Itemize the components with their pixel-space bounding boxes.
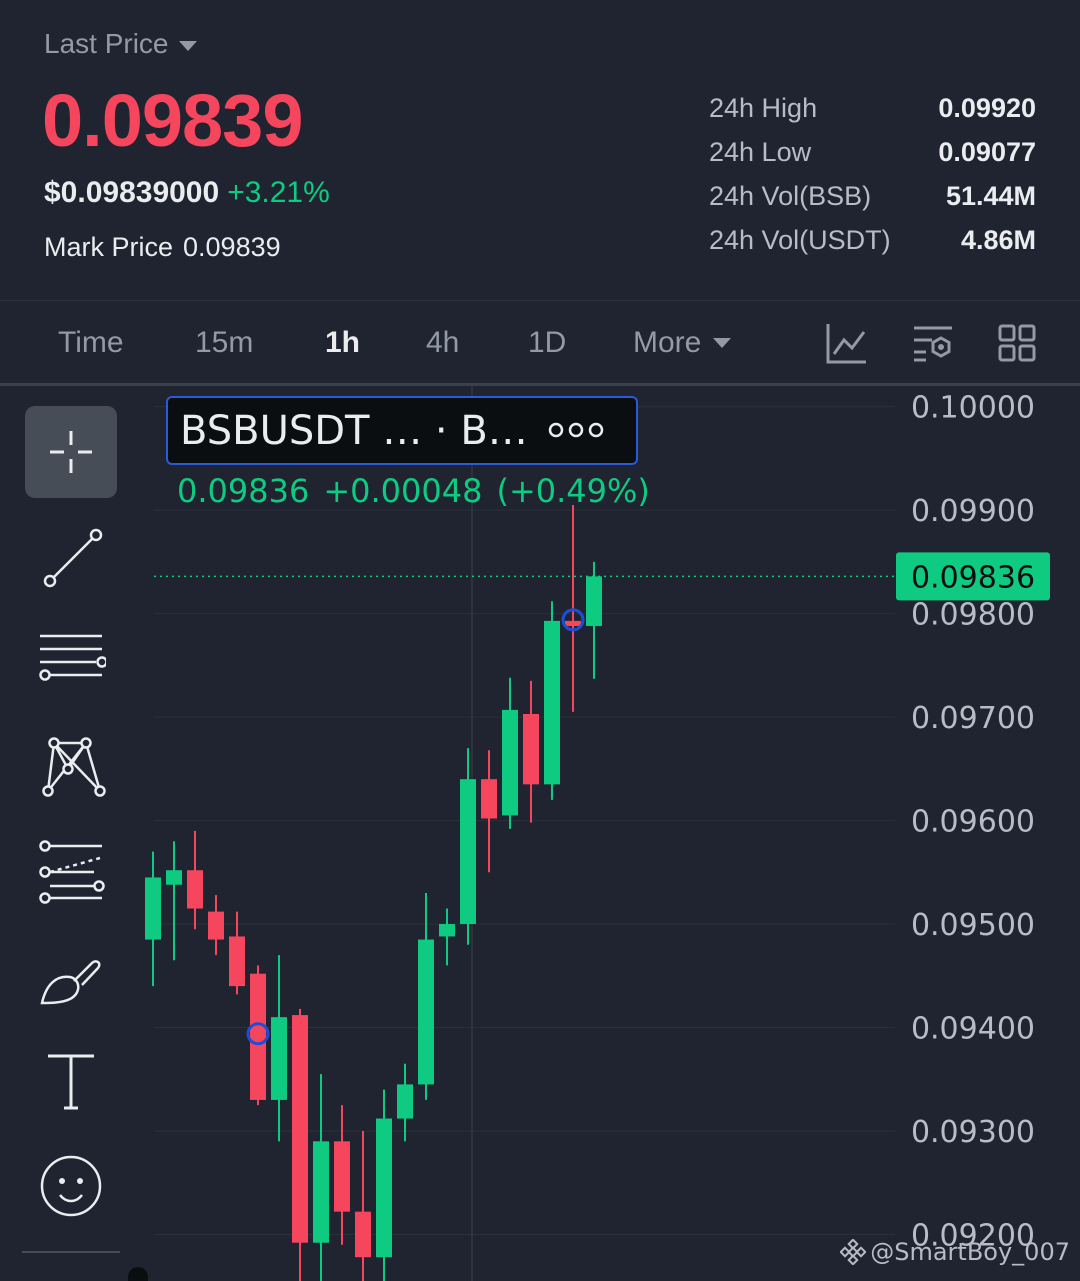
more-options-icon[interactable] — [548, 420, 604, 440]
fib-icon — [39, 840, 105, 904]
y-tick-label: 0.09400 — [911, 1012, 1035, 1047]
stat-value-vol-base: 51.44M — [945, 181, 1036, 211]
y-tick-label: 0.09900 — [911, 494, 1035, 529]
candle-body — [208, 911, 224, 940]
watermark: @SmartBoy_007 — [840, 1238, 1070, 1266]
candle-body — [544, 620, 560, 785]
mark-price-value: 0.09839 — [183, 232, 281, 262]
y-tick-label: 0.10000 — [911, 391, 1035, 426]
stat-value-high: 0.09920 — [938, 93, 1036, 123]
y-tick-label: 0.09600 — [911, 805, 1035, 840]
stat-label-vol-quote: 24h Vol(USDT) — [709, 225, 891, 255]
pattern-tool[interactable] — [25, 720, 117, 812]
last-price-dropdown[interactable]: Last Price — [44, 28, 197, 60]
layout-grid-icon[interactable] — [998, 324, 1036, 362]
emoji-tool[interactable] — [25, 1140, 117, 1232]
candle-body — [460, 779, 476, 925]
usd-price: $0.09839000 — [44, 176, 220, 209]
candle-body — [292, 1015, 308, 1243]
mark-price-line: Mark Price 0.09839 — [44, 232, 281, 263]
last-price-value: 0.09839 — [42, 79, 303, 162]
candlestick-chart[interactable]: 0.10000 0.09900 0.09800 0.09700 0.09600 0.095… — [0, 386, 1080, 1281]
candle-body — [355, 1211, 371, 1258]
candle-body — [187, 870, 203, 909]
tab-4h[interactable]: 4h — [426, 326, 459, 360]
symbol-title: BSBUSDT … · B… — [180, 408, 528, 454]
candle-body — [439, 924, 455, 937]
candle-body — [229, 936, 245, 987]
crosshair-tool[interactable] — [25, 406, 117, 498]
candle-body — [523, 713, 539, 785]
pattern-icon — [42, 737, 106, 797]
symbol-legend[interactable]: BSBUSDT … · B… — [166, 396, 638, 465]
y-tick-label: 0.09300 — [911, 1115, 1035, 1150]
trade-markers — [246, 608, 585, 1046]
candle-body — [481, 779, 497, 819]
tab-time[interactable]: Time — [58, 326, 124, 360]
candle-body — [376, 1118, 392, 1258]
brush-tool[interactable] — [25, 930, 117, 1022]
last-price-label: Last Price — [44, 28, 169, 59]
y-tick-label: 0.09500 — [911, 908, 1035, 943]
tab-more-label: More — [633, 326, 702, 359]
candle-body — [418, 939, 434, 1085]
y-tick-label: 0.09800 — [911, 598, 1035, 633]
legend-change-pct: (+0.49%) — [496, 472, 650, 510]
stat-label-vol-base: 24h Vol(BSB) — [709, 181, 872, 211]
candle-body — [271, 1017, 287, 1100]
stat-label-high: 24h High — [709, 93, 818, 123]
usd-price-line: $0.09839000 +3.21% — [44, 176, 330, 210]
candle-body — [586, 576, 602, 627]
trend-line-icon — [43, 528, 103, 588]
price-axis: 0.10000 0.09900 0.09800 0.09700 0.09600 0.095… — [128, 391, 1050, 1281]
mark-price-label: Mark Price — [44, 232, 174, 262]
tab-1h[interactable]: 1h — [325, 326, 360, 360]
chart-grid — [154, 386, 895, 1281]
header-divider — [0, 300, 1080, 301]
binance-logo-icon — [840, 1239, 867, 1265]
candle-body — [502, 709, 518, 816]
chevron-down-icon — [713, 338, 732, 348]
candle-body — [334, 1141, 350, 1212]
candle-body — [166, 870, 182, 885]
candle-body — [565, 620, 581, 627]
watermark-text: @SmartBoy_007 — [870, 1238, 1070, 1266]
trend-line-tool[interactable] — [25, 510, 117, 602]
scroll-handle[interactable] — [128, 1267, 148, 1281]
text-tool[interactable] — [25, 1035, 117, 1127]
brush-icon — [40, 960, 101, 1005]
chevron-down-icon — [178, 41, 197, 51]
indicator-chart-icon[interactable] — [826, 322, 868, 364]
horizontal-lines-icon — [39, 634, 106, 681]
crosshair-icon — [50, 431, 92, 473]
tab-more[interactable]: More — [633, 326, 732, 360]
fib-tool[interactable] — [25, 825, 117, 917]
candle-body — [145, 877, 161, 940]
emoji-icon — [40, 1155, 102, 1217]
stat-value-vol-quote: 4.86M — [960, 225, 1036, 255]
stat-label-low: 24h Low — [709, 137, 812, 167]
tools-divider — [22, 1251, 120, 1253]
candle-body — [313, 1141, 329, 1243]
tab-1d[interactable]: 1D — [528, 326, 566, 360]
candle-body — [250, 973, 266, 1100]
legend-change: +0.00048 — [323, 472, 483, 510]
change-percent: +3.21% — [227, 176, 330, 209]
chart-settings-icon[interactable] — [912, 324, 954, 362]
legend-values: 0.09836 +0.00048 (+0.49%) — [177, 472, 664, 510]
candles — [145, 504, 602, 1281]
horizontal-lines-tool[interactable] — [25, 615, 117, 707]
current-price-label: 0.09836 — [911, 560, 1035, 595]
legend-close: 0.09836 — [177, 472, 310, 510]
stat-value-low: 0.09077 — [938, 137, 1036, 167]
candle-body — [397, 1084, 413, 1119]
tab-15m[interactable]: 15m — [195, 326, 253, 360]
y-tick-label: 0.09700 — [911, 701, 1035, 736]
text-icon — [48, 1054, 94, 1110]
